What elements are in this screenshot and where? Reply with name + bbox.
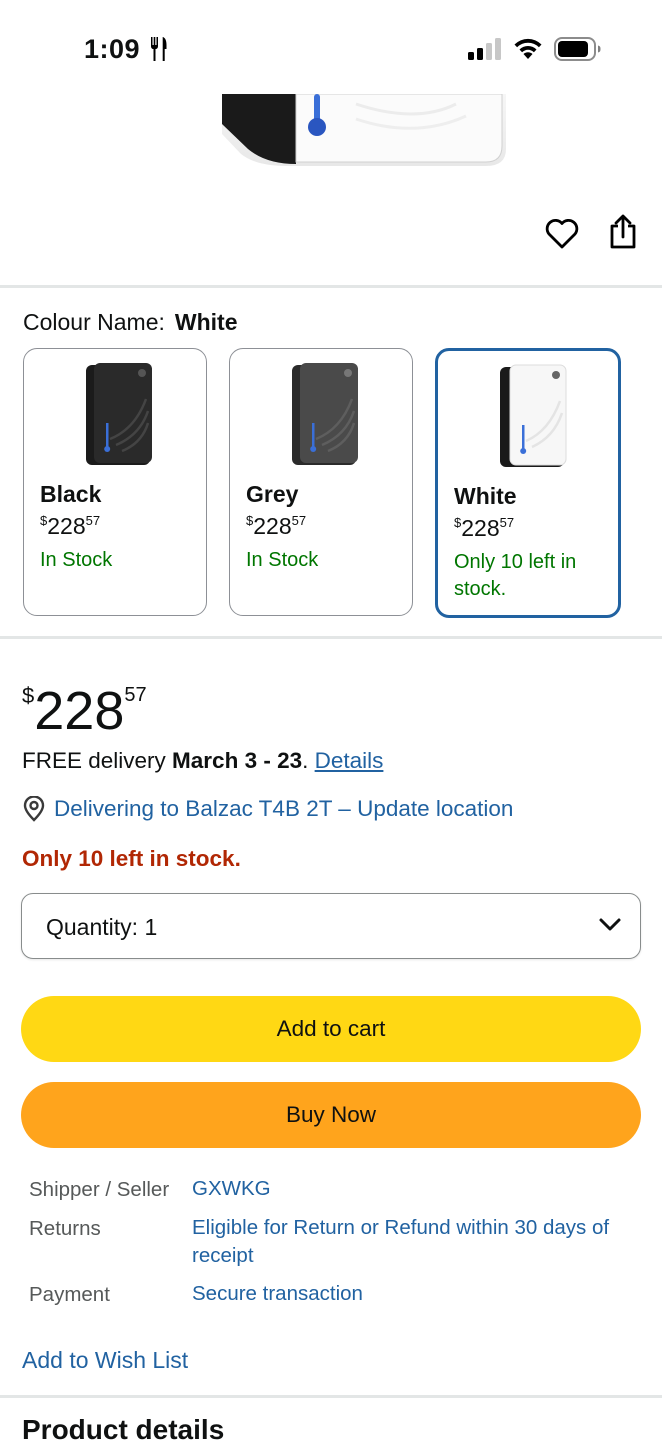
chevron-down-icon (599, 918, 621, 931)
colour-option-stock: In Stock (40, 549, 113, 571)
product-price: $22857 (22, 665, 147, 741)
colour-option-name: Grey (246, 481, 299, 507)
share-icon[interactable] (606, 214, 640, 250)
returns-label: Returns (29, 1217, 101, 1240)
quantity-value: 1 (144, 914, 158, 940)
returns-link[interactable]: Eligible for Return or Refund within 30 … (192, 1214, 632, 1270)
delivery-info: FREE delivery March 3 - 23. Details (22, 748, 383, 774)
price-dollars: 228 (253, 513, 292, 539)
colour-option-black[interactable]: Black $22857 In Stock (23, 348, 207, 616)
product-thumbnail (292, 363, 358, 465)
delivery-dates: March 3 - 23 (172, 748, 303, 773)
delivery-details-link[interactable]: Details (315, 748, 384, 773)
colour-option-price: $22857 (40, 513, 101, 539)
colour-option-grey[interactable]: Grey $22857 In Stock (229, 348, 413, 616)
price-cents: 57 (499, 515, 515, 530)
status-time: 1:09 (84, 34, 141, 64)
seller-link[interactable]: GXWKG (192, 1175, 632, 1203)
colour-name-label: Colour Name: White (23, 309, 238, 336)
price-cents: 57 (85, 513, 101, 528)
heart-icon[interactable] (544, 216, 580, 252)
dining-icon (151, 37, 167, 61)
wifi-icon (514, 38, 542, 59)
add-to-cart-button[interactable]: Add to cart (21, 996, 641, 1062)
payment-link[interactable]: Secure transaction (192, 1280, 632, 1308)
price-dollars: 228 (47, 513, 86, 539)
product-details-heading: Product details (22, 1414, 225, 1440)
delivery-location-link[interactable]: Delivering to Balzac T4B 2T – Update loc… (22, 796, 513, 822)
price-dollars: 228 (34, 681, 125, 741)
section-divider (0, 1395, 662, 1398)
price-cents: 57 (124, 684, 147, 706)
product-thumbnail (500, 364, 567, 467)
product-image-gallery[interactable] (0, 94, 662, 284)
colour-option-stock: In Stock (246, 549, 319, 571)
quantity-select[interactable]: Quantity: 1 (21, 893, 641, 959)
section-divider (0, 636, 662, 639)
quantity-label-text: Quantity: (46, 914, 139, 940)
colour-option-name: White (454, 483, 517, 509)
seller-label: Shipper / Seller (29, 1178, 170, 1201)
stock-warning: Only 10 left in stock. (22, 846, 241, 871)
colour-option-price: $22857 (246, 513, 307, 539)
price-cents: 57 (291, 513, 307, 528)
product-thumbnail (86, 363, 152, 465)
selected-colour-value: White (174, 309, 238, 335)
colour-option-name: Black (40, 481, 102, 507)
status-bar: 1:09 (0, 0, 662, 94)
product-image (156, 94, 506, 169)
price-dollars: 228 (461, 515, 500, 541)
delivery-prefix: FREE delivery (22, 748, 173, 773)
quantity-label: Quantity: 1 (46, 914, 157, 941)
delivery-suffix: . (302, 748, 315, 773)
cellular-signal-icon (468, 38, 501, 60)
section-divider (0, 285, 662, 288)
price-currency: $ (22, 683, 35, 708)
colour-option-stock: Only 10 left in stock. (454, 551, 577, 600)
colour-option-price: $22857 (454, 515, 515, 541)
location-pin-icon (23, 796, 45, 822)
payment-label: Payment (29, 1283, 110, 1306)
colour-label-text: Colour Name: (23, 309, 165, 335)
colour-option-white[interactable]: White $22857 Only 10 left in stock. (435, 348, 621, 618)
location-text: Delivering to Balzac T4B 2T – Update loc… (54, 796, 514, 821)
battery-icon (554, 37, 601, 61)
buy-now-button[interactable]: Buy Now (21, 1082, 641, 1148)
add-to-wish-list-link[interactable]: Add to Wish List (22, 1347, 188, 1374)
